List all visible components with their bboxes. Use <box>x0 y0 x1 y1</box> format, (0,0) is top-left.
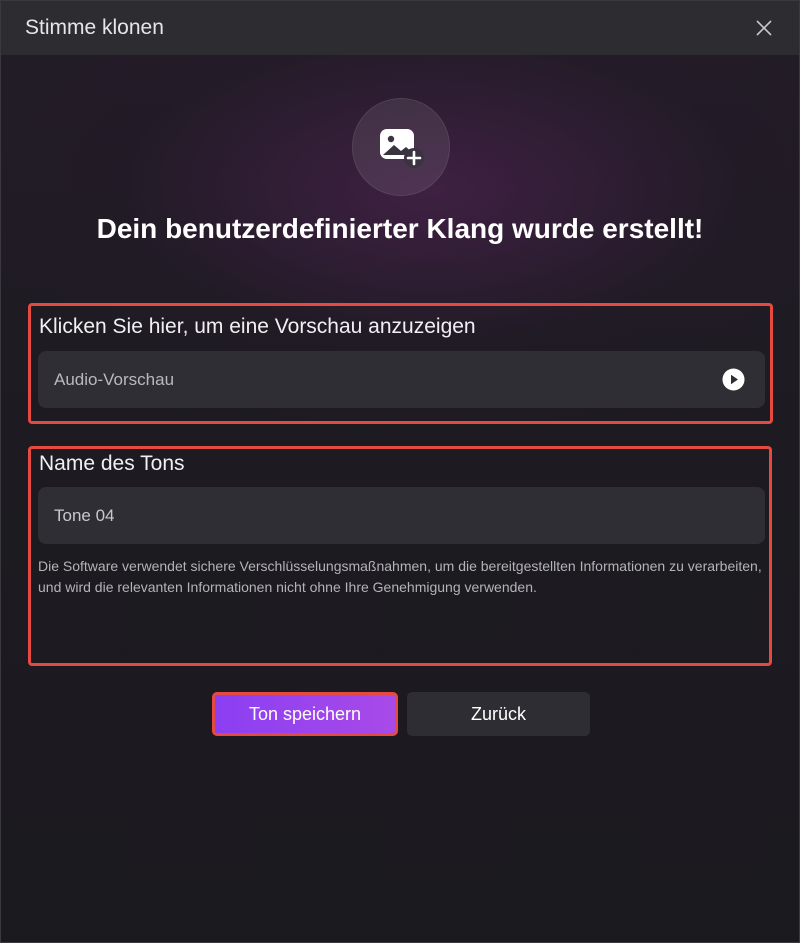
audio-preview-field[interactable]: Audio-Vorschau <box>38 351 765 408</box>
play-preview-button[interactable] <box>722 368 745 391</box>
preview-section: Klicken Sie hier, um eine Vorschau anzuz… <box>28 303 773 424</box>
hero-icon-badge <box>352 98 450 196</box>
title-bar: Stimme klonen <box>1 1 799 55</box>
preview-label: Klicken Sie hier, um eine Vorschau anzuz… <box>39 315 476 338</box>
success-headline: Dein benutzerdefinierter Klang wurde ers… <box>96 213 704 244</box>
close-button[interactable] <box>749 13 779 43</box>
tone-name-input[interactable] <box>38 487 765 544</box>
privacy-disclaimer: Die Software verwendet sichere Verschlüs… <box>38 558 762 595</box>
back-button[interactable]: Zurück <box>407 692 590 736</box>
close-icon <box>756 20 772 36</box>
tone-name-field <box>38 487 765 544</box>
save-tone-button[interactable]: Ton speichern <box>212 692 398 736</box>
image-add-icon <box>380 129 424 168</box>
play-icon <box>722 368 745 391</box>
audio-preview-text: Audio-Vorschau <box>54 370 175 389</box>
dialog-title: Stimme klonen <box>25 16 164 39</box>
tone-name-label: Name des Tons <box>39 452 185 475</box>
tone-name-section: Name des Tons Die Software verwendet sic… <box>28 446 772 666</box>
clone-voice-dialog: Stimme klonen Dein benutzerdefinierter K… <box>0 0 800 943</box>
